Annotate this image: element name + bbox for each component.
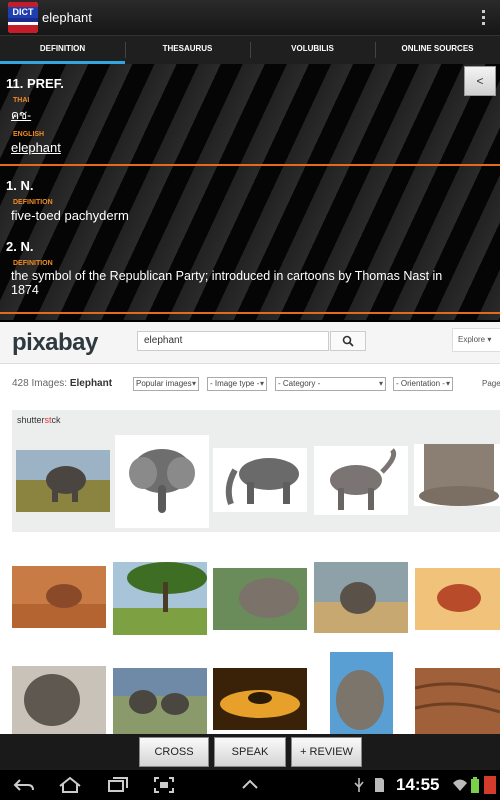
chevron-down-icon: ▾: [487, 335, 492, 344]
usb-icon: [354, 778, 364, 792]
tab-thesaurus[interactable]: THESAURUS: [125, 36, 250, 64]
shutterstock-logo[interactable]: shutterstck: [17, 415, 61, 425]
sd-card-icon: [375, 778, 384, 792]
page-label: Page: [482, 379, 500, 388]
image-thumbnail[interactable]: [16, 450, 110, 512]
tab-online-sources[interactable]: ONLINE SOURCES: [375, 36, 500, 64]
image-thumbnail[interactable]: [415, 668, 500, 734]
add-review-button[interactable]: + REVIEW: [291, 737, 362, 767]
back-icon[interactable]: [12, 776, 36, 794]
web-view: pixabay elephant Explore ▾ 428 Images: E…: [0, 322, 500, 734]
image-thumbnail[interactable]: [113, 668, 207, 734]
image-thumbnail[interactable]: [314, 562, 408, 633]
image-thumbnail[interactable]: [213, 448, 307, 512]
image-thumbnail[interactable]: [415, 568, 500, 630]
popular-images-select[interactable]: Popular images: [133, 377, 199, 391]
wifi-icon: [453, 779, 467, 791]
bottom-button-bar: CROSS SPEAK + REVIEW: [0, 734, 500, 770]
logo-part: shutter: [17, 415, 45, 425]
search-button[interactable]: [330, 331, 366, 351]
image-type-select[interactable]: - Image type -: [207, 377, 267, 391]
image-thumbnail[interactable]: [12, 666, 106, 734]
up-arrow-icon[interactable]: [240, 776, 260, 794]
screenshot-icon[interactable]: [152, 776, 176, 794]
definition-panel: < 11. PREF. THAI คช- ENGLISH elephant 1.…: [0, 64, 500, 320]
image-thumbnail[interactable]: [213, 668, 307, 730]
image-thumbnail[interactable]: [213, 568, 307, 630]
results-count: 428 Images: Elephant: [12, 378, 112, 389]
tab-volubilis[interactable]: VOLUBILIS: [250, 36, 375, 64]
image-thumbnail[interactable]: [115, 435, 209, 528]
app-icon-label: DICT: [8, 7, 38, 18]
image-thumbnail[interactable]: [414, 444, 500, 506]
overflow-menu-icon[interactable]: [482, 10, 486, 26]
sense-heading: 11. PREF.: [6, 76, 64, 91]
sense-heading: 1. N.: [6, 178, 34, 193]
explore-menu[interactable]: Explore ▾: [452, 328, 500, 352]
pixabay-header: pixabay elephant Explore ▾: [0, 322, 500, 364]
back-button[interactable]: <: [464, 66, 496, 96]
clock: 14:55: [396, 775, 440, 794]
cross-button[interactable]: CROSS: [139, 737, 209, 767]
definition-label: DEFINITION: [13, 199, 53, 206]
logo-part: ck: [51, 415, 61, 425]
image-thumbnail[interactable]: [330, 652, 393, 734]
search-icon: [342, 335, 354, 347]
image-thumbnail[interactable]: [12, 566, 106, 628]
thai-label: THAI: [13, 97, 30, 104]
definition-text: five-toed pachyderm: [11, 208, 129, 223]
results-term: Elephant: [69, 378, 113, 389]
app-icon[interactable]: DICT: [8, 2, 38, 33]
definition-text-cont: 1874: [11, 283, 39, 297]
sense-heading: 2. N.: [6, 239, 34, 254]
definition-text: the symbol of the Republican Party; intr…: [11, 269, 443, 283]
home-icon[interactable]: [58, 776, 82, 794]
image-thumbnail[interactable]: [113, 562, 207, 635]
tab-definition[interactable]: DEFINITION: [0, 36, 125, 64]
definition-label: DEFINITION: [13, 260, 53, 267]
pref-section: 11. PREF. THAI คช- ENGLISH elephant: [6, 76, 64, 155]
results-prefix: 428 Images:: [12, 378, 68, 389]
speak-button[interactable]: SPEAK: [214, 737, 286, 767]
system-nav-bar: 14:55: [0, 770, 500, 800]
notification-icon: [484, 776, 496, 794]
search-input[interactable]: elephant: [137, 331, 329, 351]
sense-2: 2. N. DEFINITION the symbol of the Repub…: [6, 239, 500, 297]
sense-1: 1. N. DEFINITION five-toed pachyderm: [6, 178, 129, 223]
section-divider: [0, 312, 500, 314]
app-title: elephant: [42, 10, 92, 25]
english-value-link[interactable]: elephant: [11, 140, 64, 155]
tab-bar: DEFINITION THESAURUS VOLUBILIS ONLINE SO…: [0, 36, 500, 64]
thai-value-link[interactable]: คช-: [11, 106, 64, 125]
battery-icon: [471, 777, 479, 793]
action-bar: DICT elephant: [0, 0, 500, 36]
image-thumbnail[interactable]: [314, 446, 408, 515]
english-label: ENGLISH: [13, 131, 45, 138]
logo-accent: st: [44, 415, 52, 425]
category-select[interactable]: - Category -: [275, 377, 386, 391]
pixabay-logo[interactable]: pixabay: [12, 329, 98, 357]
orientation-select[interactable]: - Orientation -: [393, 377, 453, 391]
recent-apps-icon[interactable]: [106, 776, 130, 794]
section-divider: [0, 164, 500, 166]
explore-label: Explore: [458, 335, 486, 344]
